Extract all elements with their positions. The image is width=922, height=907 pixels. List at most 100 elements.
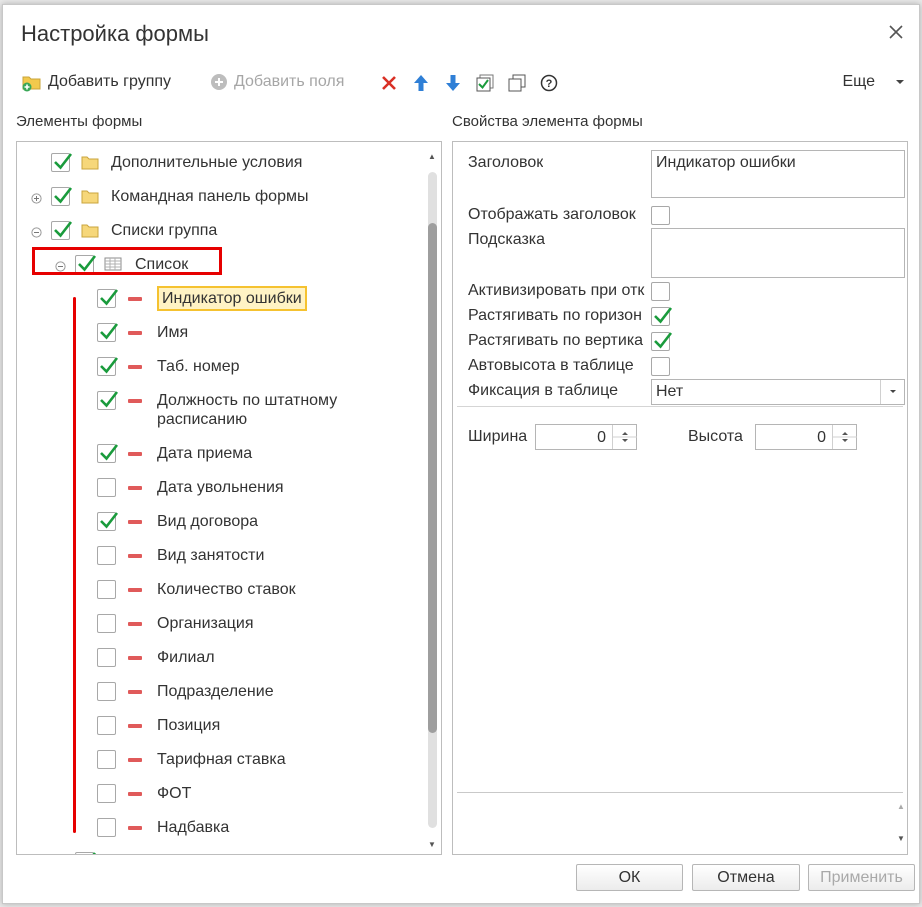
show-title-checkbox[interactable] xyxy=(651,206,670,225)
fix-select[interactable]: Нет xyxy=(651,379,905,405)
tree-item-checkbox[interactable] xyxy=(97,750,116,769)
tree-item-checkbox[interactable] xyxy=(51,187,73,206)
height-stepper[interactable]: 0 xyxy=(755,424,857,450)
scroll-thumb[interactable] xyxy=(428,223,437,733)
tree-item-checkbox[interactable] xyxy=(97,784,116,803)
add-group-button[interactable]: Добавить группу xyxy=(21,69,171,95)
field-icon xyxy=(128,331,142,335)
tree-item[interactable]: Индикатор ошибки xyxy=(17,286,425,311)
ok-button[interactable]: ОК xyxy=(576,864,683,891)
tree-item[interactable]: Надбавка xyxy=(17,816,425,840)
width-spin-buttons[interactable] xyxy=(612,425,637,449)
scroll-down-icon[interactable]: ▼ xyxy=(897,834,905,843)
tree-item-checkbox[interactable] xyxy=(97,323,119,342)
tree-item[interactable]: Имя xyxy=(17,321,425,345)
stretch-h-checkbox[interactable] xyxy=(651,307,673,326)
tree-item-checkbox[interactable] xyxy=(97,614,116,633)
tree-item[interactable]: Вид занятости xyxy=(17,544,425,568)
fix-prop-label: Фиксация в таблице xyxy=(468,382,618,399)
form-elements-tree[interactable]: Дополнительные условия Командная панель ф… xyxy=(16,141,442,855)
tree-item-checkbox[interactable] xyxy=(97,444,119,463)
move-down-icon[interactable] xyxy=(443,73,463,93)
tree-item[interactable]: Филиал xyxy=(17,646,425,670)
field-icon xyxy=(128,792,142,796)
field-icon xyxy=(128,399,142,403)
field-icon xyxy=(128,365,142,369)
tree-item-checkbox[interactable] xyxy=(97,478,116,497)
tree-item-checkbox[interactable] xyxy=(97,716,116,735)
tree-item-checkbox[interactable] xyxy=(75,852,97,854)
tree-item[interactable]: Командная панель формы xyxy=(17,185,425,209)
tree-item-checkbox[interactable] xyxy=(97,289,119,308)
tree-item-label: Филиал xyxy=(157,649,215,666)
tree-item[interactable]: Позиция xyxy=(17,714,425,738)
tree-item-checkbox[interactable] xyxy=(51,221,73,240)
tree-item-label: Тарифная ставка xyxy=(157,751,286,768)
annotation-line xyxy=(73,297,76,833)
stretch-v-checkbox[interactable] xyxy=(651,332,673,351)
width-stepper[interactable]: 0 xyxy=(535,424,637,450)
hint-field[interactable] xyxy=(651,228,905,278)
tree-item-label: Списки группа xyxy=(111,222,218,239)
tree-item[interactable]: Организация xyxy=(17,612,425,636)
height-spin-buttons[interactable] xyxy=(832,425,857,449)
tree-item-checkbox[interactable] xyxy=(51,153,73,172)
tree-item-checkbox[interactable] xyxy=(97,818,116,837)
auto-height-checkbox[interactable] xyxy=(651,357,670,376)
field-icon xyxy=(128,452,142,456)
folder-icon xyxy=(104,853,122,854)
delete-icon[interactable] xyxy=(379,73,399,93)
add-fields-button[interactable]: Добавить поля xyxy=(209,69,344,95)
height-prop-label: Высота xyxy=(688,428,743,445)
tree-item-checkbox[interactable] xyxy=(97,391,119,410)
folder-icon xyxy=(81,188,99,204)
properties-panel: Заголовок Индикатор ошибки Отображать за… xyxy=(452,141,908,855)
copy-icon[interactable] xyxy=(507,73,527,93)
cancel-button[interactable]: Отмена xyxy=(692,864,800,891)
tree-item-checkbox[interactable] xyxy=(97,682,116,701)
tree-item[interactable]: Таб. номер xyxy=(17,355,425,379)
tree-item[interactable]: Состояние группа xyxy=(17,850,425,854)
divider xyxy=(457,406,903,407)
apply-button[interactable]: Применить xyxy=(808,864,915,891)
tree-scrollbar[interactable]: ▲ ▼ xyxy=(425,148,439,849)
tree-item[interactable]: Дополнительные условия xyxy=(17,151,425,175)
select-arrow[interactable] xyxy=(880,380,904,404)
scroll-down-icon[interactable]: ▼ xyxy=(428,840,436,849)
tree-item-checkbox[interactable] xyxy=(97,648,116,667)
tree-item[interactable]: Количество ставок xyxy=(17,578,425,602)
move-up-icon[interactable] xyxy=(411,73,431,93)
annotation-box xyxy=(32,247,222,275)
tree-item-label: Организация xyxy=(157,615,254,632)
tree-item-checkbox[interactable] xyxy=(97,357,119,376)
tree-item[interactable]: Тарифная ставка xyxy=(17,748,425,772)
more-menu-button[interactable]: Еще xyxy=(842,69,905,95)
tree-item[interactable]: Должность по штатному расписанию xyxy=(17,389,425,428)
tree-item[interactable]: Подразделение xyxy=(17,680,425,704)
tree-item-checkbox[interactable] xyxy=(97,546,116,565)
close-icon[interactable] xyxy=(887,23,905,41)
spin-icon xyxy=(613,432,637,442)
field-icon xyxy=(128,297,142,301)
tree-item[interactable]: Списки группа xyxy=(17,219,425,243)
spin-icon xyxy=(833,432,857,442)
tree-item[interactable]: Дата увольнения xyxy=(17,476,425,500)
help-icon[interactable]: ? xyxy=(539,73,559,93)
stretch-h-prop-label: Растягивать по горизон xyxy=(468,307,642,324)
expand-icon[interactable] xyxy=(31,191,42,204)
tree-item[interactable]: Дата приема xyxy=(17,442,425,466)
tree-item-checkbox[interactable] xyxy=(97,580,116,599)
tree-item[interactable]: ФОТ xyxy=(17,782,425,806)
tree-item-checkbox[interactable] xyxy=(97,512,119,531)
field-icon xyxy=(128,588,142,592)
check-all-icon[interactable] xyxy=(475,73,495,93)
activate-checkbox[interactable] xyxy=(651,282,670,301)
scroll-up-icon[interactable]: ▲ xyxy=(428,152,436,161)
tree-item[interactable]: Вид договора xyxy=(17,510,425,534)
title-field[interactable]: Индикатор ошибки xyxy=(651,150,905,198)
fix-select-value: Нет xyxy=(656,383,684,400)
stretch-v-prop-label: Растягивать по вертика xyxy=(468,332,644,349)
scroll-up-icon[interactable]: ▲ xyxy=(897,802,905,811)
collapse-icon[interactable] xyxy=(31,225,42,238)
form-settings-dialog: Настройка формы Добавить группу Добавить… xyxy=(2,4,920,904)
